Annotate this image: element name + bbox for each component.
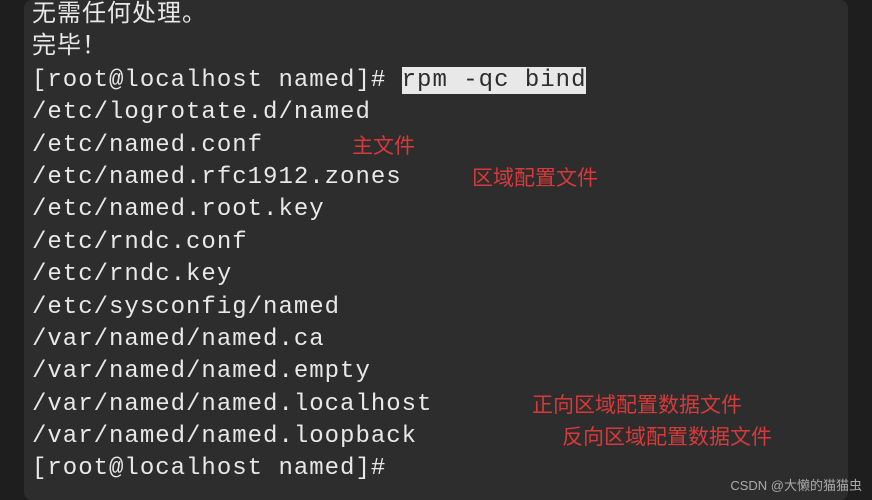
output-line: /etc/named.rfc1912.zones区域配置文件 bbox=[32, 162, 840, 194]
output-line: /var/named/named.ca bbox=[32, 324, 840, 356]
annotation-forward-zone: 正向区域配置数据文件 bbox=[532, 391, 742, 419]
watermark: CSDN @大懒的猫猫虫 bbox=[730, 475, 862, 494]
prompt-line: [root@localhost named]# rpm -qc bind bbox=[32, 65, 840, 97]
output-line: /etc/rndc.conf bbox=[32, 227, 840, 259]
output-line: /etc/sysconfig/named bbox=[32, 292, 840, 324]
output-line: /etc/named.conf主文件 bbox=[32, 130, 840, 162]
shell-prompt: [root@localhost named]# bbox=[32, 67, 402, 94]
annotation-main-file: 主文件 bbox=[352, 132, 415, 160]
prompt-line: [root@localhost named]# bbox=[32, 453, 840, 485]
output-line: /var/named/named.localhost正向区域配置数据文件 bbox=[32, 389, 840, 421]
output-line: 完毕！ bbox=[32, 32, 840, 64]
output-line: /var/named/named.loopback反向区域配置数据文件 bbox=[32, 421, 840, 453]
output-line: /etc/rndc.key bbox=[32, 259, 840, 291]
terminal-window: 无需任何处理。 完毕！ [root@localhost named]# rpm … bbox=[24, 0, 848, 500]
output-line: /var/named/named.empty bbox=[32, 356, 840, 388]
annotation-reverse-zone: 反向区域配置数据文件 bbox=[562, 423, 772, 451]
output-line: /etc/logrotate.d/named bbox=[32, 97, 840, 129]
command-highlighted: rpm -qc bind bbox=[402, 67, 587, 94]
output-line: 无需任何处理。 bbox=[32, 0, 840, 32]
terminal-content[interactable]: 无需任何处理。 完毕！ [root@localhost named]# rpm … bbox=[24, 0, 848, 494]
annotation-zone-config: 区域配置文件 bbox=[472, 164, 598, 192]
output-line: /etc/named.root.key bbox=[32, 194, 840, 226]
